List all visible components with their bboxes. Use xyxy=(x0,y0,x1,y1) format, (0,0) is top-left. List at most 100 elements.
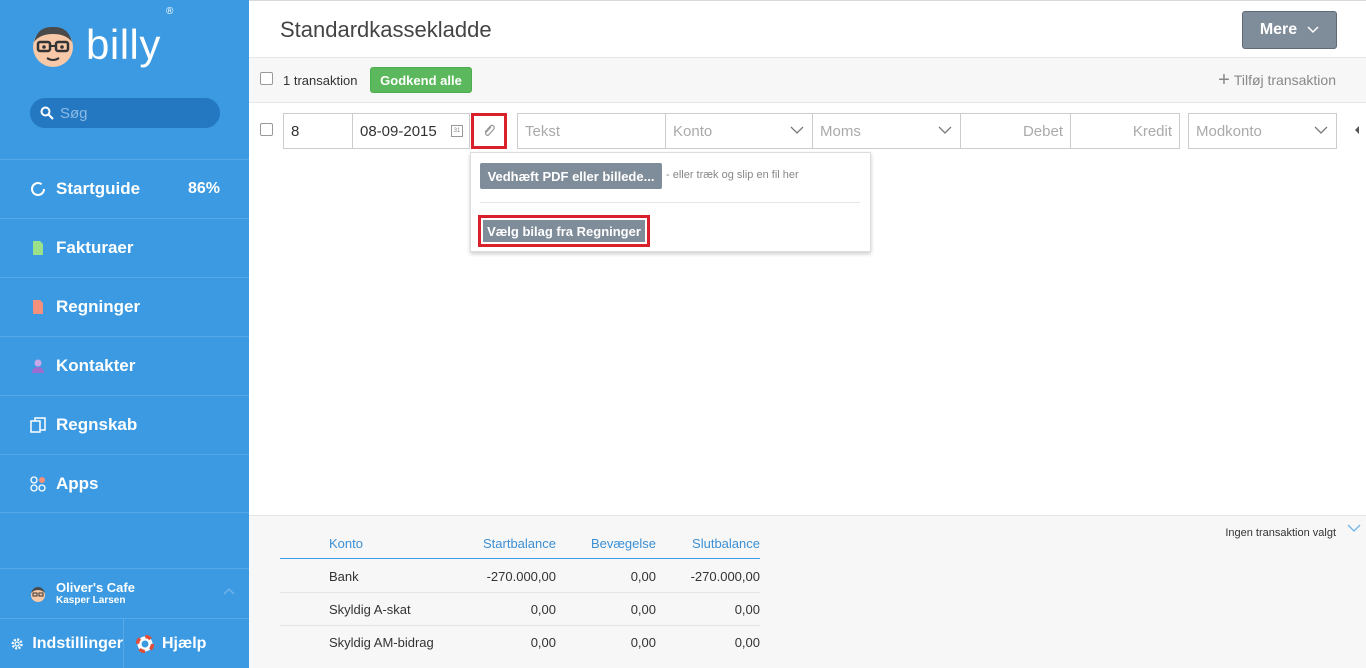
drag-drop-hint: - eller træk og slip en fil her xyxy=(666,169,799,181)
sidebar-item-startguide[interactable]: Startguide 86% xyxy=(0,159,249,218)
movement: 0,00 xyxy=(630,635,656,650)
approve-all-button[interactable]: Godkend alle xyxy=(370,67,472,93)
accounting-icon xyxy=(30,417,46,433)
attachment-popup: Vedhæft PDF eller billede... - eller træ… xyxy=(470,152,871,252)
end-balance: -270.000,00 xyxy=(690,569,760,584)
sidebar-item-label: Kontakter xyxy=(56,356,136,375)
bill-icon xyxy=(33,300,43,314)
debit-field[interactable]: Debet xyxy=(960,113,1071,149)
logo-text: billy xyxy=(86,21,161,68)
date-value: 08-09-2015 xyxy=(360,122,437,140)
credit-field[interactable]: Kredit xyxy=(1070,113,1180,149)
plus-icon: + xyxy=(1218,69,1230,91)
end-balance: 0,00 xyxy=(734,635,760,650)
account-select[interactable]: Konto xyxy=(665,113,813,149)
column-header-movement: Bevægelse xyxy=(590,536,656,551)
collapse-arrow-icon[interactable] xyxy=(1354,125,1360,135)
logo-registered-mark: ® xyxy=(166,6,174,17)
progress-ring-icon xyxy=(31,182,45,196)
organization-switcher[interactable]: Oliver's Cafe Kasper Larsen xyxy=(0,568,249,618)
sidebar: billy ® Startguide 86% Fakturaer Regn xyxy=(0,0,249,668)
sidebar-item-apps[interactable]: Apps xyxy=(0,454,249,513)
vat-select[interactable]: Moms xyxy=(812,113,961,149)
gear-icon xyxy=(11,638,23,650)
sidebar-item-label: Regninger xyxy=(56,297,141,316)
more-button[interactable]: Mere xyxy=(1242,11,1337,49)
page-header: Standardkassekladde Mere xyxy=(249,0,1366,58)
startguide-progress: 86% xyxy=(187,180,220,197)
sidebar-item-label: Regnskab xyxy=(56,415,138,434)
calendar-icon[interactable]: 31 xyxy=(451,125,463,137)
sidebar-item-fakturaer[interactable]: Fakturaer xyxy=(0,218,249,277)
chevron-down-icon xyxy=(1307,26,1319,34)
user-name: Kasper Larsen xyxy=(56,595,126,606)
settings-label: Indstillinger xyxy=(32,635,123,652)
account-name: Skyldig A-skat xyxy=(329,602,411,617)
column-header-end-balance: Slutbalance xyxy=(692,536,760,551)
vat-select-placeholder: Moms xyxy=(820,122,861,140)
chevron-down-icon[interactable] xyxy=(1347,524,1361,532)
attach-file-button[interactable]: Vedhæft PDF eller billede... xyxy=(480,163,662,189)
page-title: Standardkassekladde xyxy=(280,17,492,42)
account-select-placeholder: Konto xyxy=(673,122,713,140)
contra-account-select[interactable]: Modkonto xyxy=(1188,113,1337,149)
organization-name: Oliver's Cafe xyxy=(56,580,135,595)
sidebar-item-kontakter[interactable]: Kontakter xyxy=(0,336,249,395)
settings-button[interactable]: Indstillinger xyxy=(0,619,124,668)
sidebar-item-regnskab[interactable]: Regnskab xyxy=(0,395,249,454)
apps-icon xyxy=(30,475,46,492)
balance-panel: Konto Startbalance Bevægelse Slutbalance… xyxy=(249,515,1366,668)
search-input[interactable] xyxy=(60,104,210,122)
highlight-box: Vælg bilag fra Regninger xyxy=(478,215,650,247)
account-name: Bank xyxy=(329,569,359,584)
sidebar-footer: Indstillinger Hjælp xyxy=(0,618,249,668)
avatar xyxy=(31,586,45,602)
no-transaction-selected: Ingen transaktion valgt xyxy=(1225,527,1336,539)
more-button-label: Mere xyxy=(1259,21,1298,38)
sidebar-nav: Startguide 86% Fakturaer Regninger Konta… xyxy=(0,159,249,513)
search-box[interactable] xyxy=(30,98,220,128)
attachment-button[interactable] xyxy=(471,113,507,149)
balance-table-header: Konto Startbalance Bevægelse Slutbalance xyxy=(280,536,760,559)
account-name: Skyldig AM-bidrag xyxy=(329,635,434,650)
lifebuoy-icon xyxy=(136,635,154,653)
column-header-account: Konto xyxy=(329,536,363,551)
action-bar: 1 transaktion Godkend alle + Tilføj tran… xyxy=(249,58,1366,103)
add-transaction-button[interactable]: + Tilføj transaktion xyxy=(1218,69,1336,91)
help-label: Hjælp xyxy=(162,635,207,652)
transaction-row: 8 08-09-2015 31 Tekst Konto Moms Debet K… xyxy=(249,113,1366,149)
start-balance: 0,00 xyxy=(530,602,556,617)
sidebar-item-regninger[interactable]: Regninger xyxy=(0,277,249,336)
text-field[interactable]: Tekst xyxy=(517,113,666,149)
select-all-checkbox[interactable] xyxy=(260,72,273,85)
movement: 0,00 xyxy=(630,569,656,584)
chevron-down-icon xyxy=(938,126,952,134)
column-header-start-balance: Startbalance xyxy=(483,536,556,551)
voucher-number-field[interactable]: 8 xyxy=(283,113,353,149)
paperclip-icon xyxy=(484,124,495,136)
end-balance: 0,00 xyxy=(734,602,760,617)
add-transaction-label: Tilføj transaktion xyxy=(1233,72,1336,88)
sidebar-item-label: Apps xyxy=(56,473,99,493)
logo[interactable]: billy xyxy=(30,22,161,68)
invoice-icon xyxy=(33,241,43,255)
table-row: Bank -270.000,00 0,00 -270.000,00 xyxy=(280,560,760,593)
sidebar-item-label: Startguide xyxy=(56,179,141,198)
chevron-up-icon xyxy=(223,587,235,595)
choose-from-bills-button[interactable]: Vælg bilag fra Regninger xyxy=(483,220,645,242)
contra-account-placeholder: Modkonto xyxy=(1196,122,1262,140)
contact-icon xyxy=(32,359,44,373)
movement: 0,00 xyxy=(630,602,656,617)
start-balance: -270.000,00 xyxy=(486,569,556,584)
date-field[interactable]: 08-09-2015 31 xyxy=(352,113,470,149)
search-icon xyxy=(40,106,54,120)
billy-face-icon xyxy=(33,26,73,67)
chevron-down-icon xyxy=(790,126,804,134)
row-checkbox[interactable] xyxy=(260,123,273,136)
sidebar-item-label: Fakturaer xyxy=(56,238,134,257)
main-content: Standardkassekladde Mere 1 transaktion G… xyxy=(249,0,1366,668)
divider xyxy=(480,202,860,203)
chevron-down-icon xyxy=(1314,126,1328,134)
table-row: Skyldig A-skat 0,00 0,00 0,00 xyxy=(280,593,760,626)
help-button[interactable]: Hjælp xyxy=(124,619,206,668)
